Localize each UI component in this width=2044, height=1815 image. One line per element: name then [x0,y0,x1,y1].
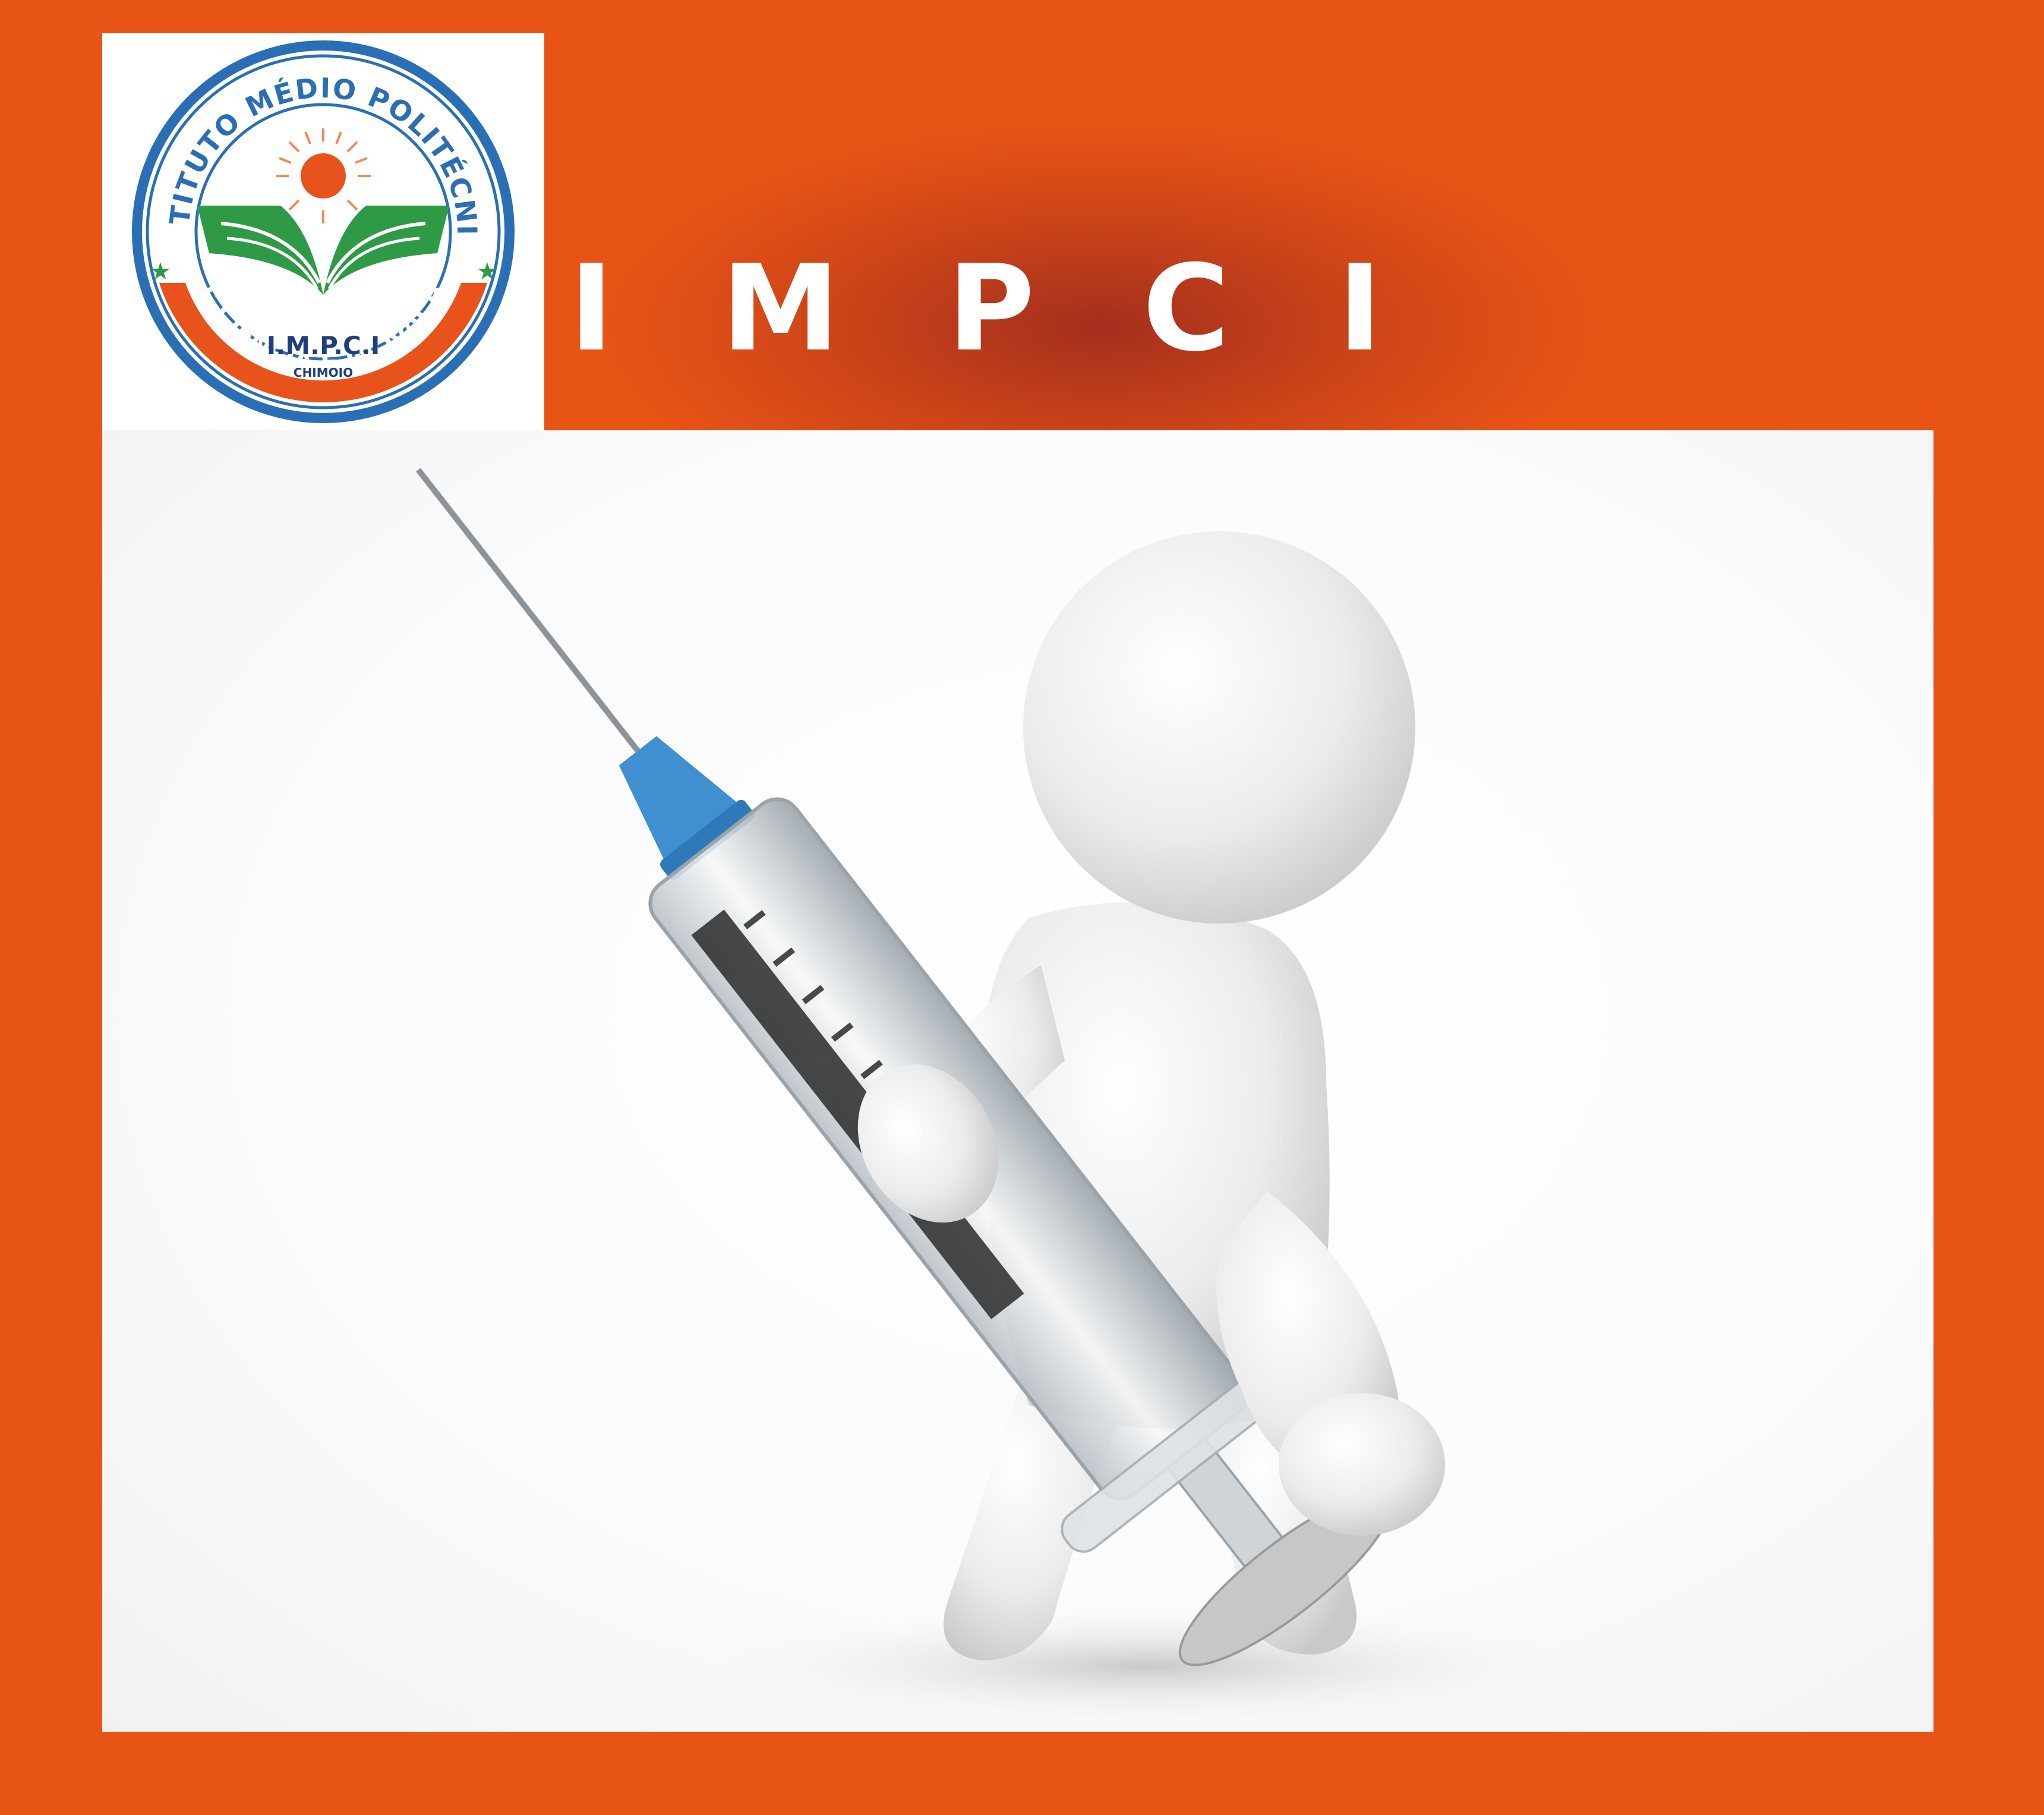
illustration-panel [102,430,1933,1732]
brand-title: I M P C I [569,240,1415,378]
star-icon: ★ [477,258,498,285]
star-icon: ★ [150,258,171,285]
seal-center-name: I.M.P.C.I [267,331,380,360]
figure-holding-syringe [415,468,1635,1732]
school-seal: INSTITUTO MÉDIO POLITÉCNICO DE CIÊNCIA E… [102,33,515,423]
seal-center-city: CHIMOIO [294,365,353,380]
school-logo: INSTITUTO MÉDIO POLITÉCNICO DE CIÊNCIA E… [102,33,544,430]
